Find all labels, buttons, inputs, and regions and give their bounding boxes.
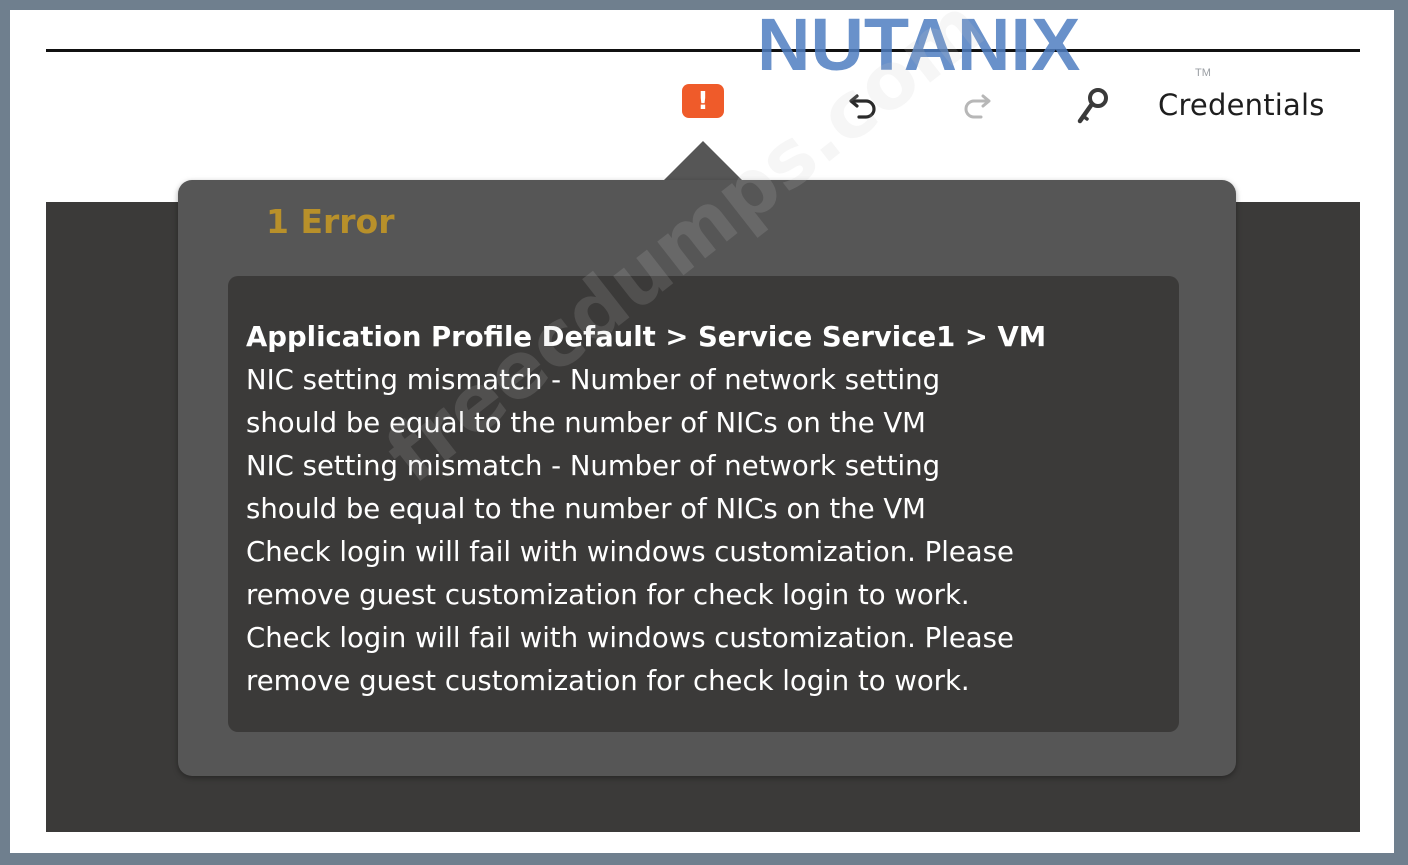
logo-text-nutan: NUTANIX xyxy=(757,10,1080,78)
exclamation-icon: ! xyxy=(697,86,709,115)
error-line: remove guest customization for check log… xyxy=(246,665,970,697)
error-line: Check login will fail with windows custo… xyxy=(246,536,1014,568)
error-line: NIC setting mismatch - Number of network… xyxy=(246,364,941,396)
redo-icon xyxy=(964,94,991,119)
nutanix-logo: NUTANIX TM xyxy=(757,10,1211,78)
error-line: should be equal to the number of NICs on… xyxy=(246,407,926,439)
error-message-box: Application Profile Default > Service Se… xyxy=(228,276,1179,732)
error-popover: 1 Error Application Profile Default > Se… xyxy=(178,180,1236,776)
redo-button[interactable] xyxy=(956,88,996,122)
undo-button[interactable] xyxy=(844,88,884,122)
error-line: Check login will fail with windows custo… xyxy=(246,622,1014,654)
popover-pointer xyxy=(660,141,746,184)
credentials-link[interactable]: Credentials xyxy=(1158,88,1325,122)
error-indicator-button[interactable]: ! xyxy=(682,84,724,118)
screenshot-frame: NUTANIX TM ! Credentials 1 Error Applica… xyxy=(10,10,1394,853)
error-line: should be equal to the number of NICs on… xyxy=(246,493,926,525)
key-icon xyxy=(1077,88,1108,124)
undo-icon xyxy=(849,94,876,119)
error-count-title: 1 Error xyxy=(266,202,395,241)
error-path: Application Profile Default > Service Se… xyxy=(246,321,1047,353)
error-line: NIC setting mismatch - Number of network… xyxy=(246,450,941,482)
error-line: remove guest customization for check log… xyxy=(246,579,970,611)
credentials-key-button[interactable] xyxy=(1072,86,1112,126)
logo-trademark: TM xyxy=(1195,67,1211,78)
